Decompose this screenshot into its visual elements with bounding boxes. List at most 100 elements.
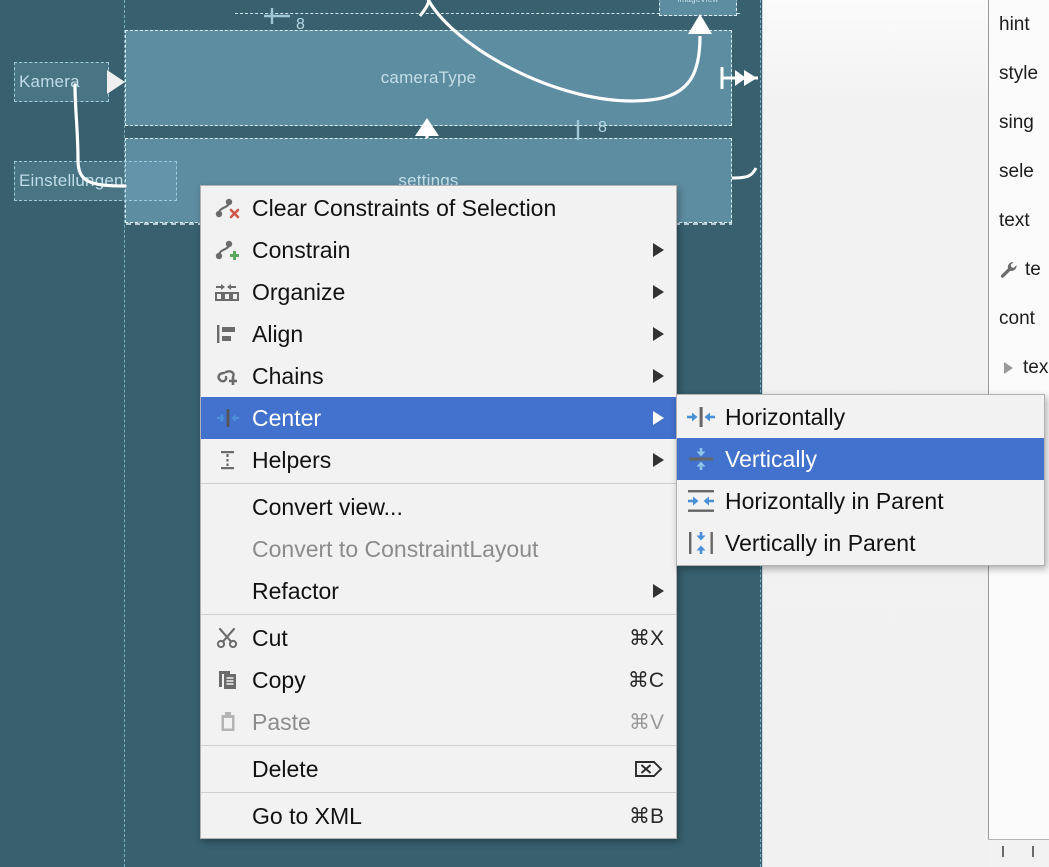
attr-row-singleline[interactable]: sing <box>989 98 1049 147</box>
center-vertically-icon <box>683 445 719 473</box>
menu-item-constrain-label: Constrain <box>245 237 645 264</box>
menu-item-center-label: Center <box>245 405 645 432</box>
canvas-widget-imageview-label: imageView <box>678 0 719 4</box>
scissors-icon <box>211 625 245 651</box>
center-vertically-parent-icon <box>683 529 719 557</box>
attr-row-text-design[interactable]: te <box>989 245 1049 294</box>
chevron-right-icon <box>653 584 664 598</box>
canvas-widget-einstellungen-label: Einstellungen <box>19 171 124 191</box>
organize-icon <box>211 279 245 305</box>
submenu-item-horizontally-in-parent-label: Horizontally in Parent <box>719 488 944 515</box>
context-menu[interactable]: Clear Constraints of Selection Constrain <box>200 185 677 839</box>
clear-constraints-icon <box>211 195 245 221</box>
menu-item-chains[interactable]: Chains <box>201 355 676 397</box>
menu-item-helpers-label: Helpers <box>245 447 645 474</box>
footer-tick-right <box>1032 846 1034 857</box>
attr-label-text-design: te <box>1025 259 1041 281</box>
attr-label-textappearance: tex <box>1023 357 1048 379</box>
attr-label-text: text <box>999 210 1030 232</box>
menu-item-paste-label: Paste <box>245 709 629 736</box>
no-icon <box>211 803 245 829</box>
expand-triangle-icon[interactable] <box>999 359 1017 377</box>
attr-label-singleline: sing <box>999 112 1034 134</box>
center-submenu[interactable]: Horizontally Vertically <box>676 394 1045 566</box>
menu-item-copy-shortcut: ⌘C <box>628 668 664 693</box>
menu-item-helpers[interactable]: Helpers <box>201 439 676 481</box>
menu-separator <box>201 614 676 615</box>
no-icon <box>211 578 245 604</box>
canvas-widget-cameratype[interactable]: cameraType <box>125 30 732 126</box>
attributes-panel-footer <box>988 839 1049 867</box>
center-horizontally-icon <box>683 403 719 431</box>
no-icon <box>211 536 245 562</box>
chevron-right-icon <box>653 453 664 467</box>
canvas-widget-imageview[interactable]: imageView <box>659 0 737 16</box>
menu-separator <box>201 483 676 484</box>
menu-item-go-to-xml-label: Go to XML <box>245 803 629 830</box>
chevron-right-icon <box>653 369 664 383</box>
menu-item-copy-label: Copy <box>245 667 628 694</box>
margin-label-top[interactable]: 8 <box>296 16 305 34</box>
chevron-right-icon <box>653 327 664 341</box>
canvas-widget-einstellungen[interactable]: Einstellungen <box>14 161 177 201</box>
helpers-icon <box>211 447 245 473</box>
menu-item-delete[interactable]: Delete <box>201 748 676 790</box>
submenu-item-horizontally-label: Horizontally <box>719 404 845 431</box>
chains-icon <box>211 363 245 389</box>
menu-item-center[interactable]: Center <box>201 397 676 439</box>
chevron-right-icon <box>653 243 664 257</box>
menu-item-cut-label: Cut <box>245 625 629 652</box>
submenu-item-vertically-in-parent[interactable]: Vertically in Parent <box>677 522 1044 564</box>
attr-label-hint: hint <box>999 14 1030 36</box>
attr-row-contentdescription[interactable]: cont <box>989 294 1049 343</box>
attr-label-style: style <box>999 63 1038 85</box>
menu-item-cut[interactable]: Cut ⌘X <box>201 617 676 659</box>
attr-row-textappearance[interactable]: tex <box>989 343 1049 392</box>
delete-key-icon <box>634 758 664 780</box>
submenu-item-vertically[interactable]: Vertically <box>677 438 1044 480</box>
attr-label-contentdescription: cont <box>999 308 1035 330</box>
submenu-item-vertically-in-parent-label: Vertically in Parent <box>719 530 915 557</box>
canvas-widget-kamera-label: Kamera <box>19 72 80 92</box>
margin-label-middle[interactable]: 8 <box>598 119 607 137</box>
submenu-item-vertically-label: Vertically <box>719 446 817 473</box>
menu-item-organize-label: Organize <box>245 279 645 306</box>
footer-tick-left <box>1002 846 1004 857</box>
submenu-item-horizontally[interactable]: Horizontally <box>677 396 1044 438</box>
menu-item-convert-constraintlayout: Convert to ConstraintLayout <box>201 528 676 570</box>
attr-row-text[interactable]: text <box>989 196 1049 245</box>
submenu-item-horizontally-in-parent[interactable]: Horizontally in Parent <box>677 480 1044 522</box>
wrench-icon <box>999 260 1019 280</box>
menu-item-go-to-xml-shortcut: ⌘B <box>629 804 664 829</box>
menu-item-constrain[interactable]: Constrain <box>201 229 676 271</box>
menu-item-cut-shortcut: ⌘X <box>629 626 664 651</box>
no-icon <box>211 756 245 782</box>
chevron-right-icon <box>653 285 664 299</box>
canvas-widget-cameratype-label: cameraType <box>381 68 477 88</box>
attr-row-hint[interactable]: hint <box>989 0 1049 49</box>
menu-item-refactor-label: Refactor <box>245 578 645 605</box>
menu-item-go-to-xml[interactable]: Go to XML ⌘B <box>201 795 676 837</box>
menu-item-convert-constraintlayout-label: Convert to ConstraintLayout <box>245 536 664 563</box>
menu-item-organize[interactable]: Organize <box>201 271 676 313</box>
clipboard-icon <box>211 709 245 735</box>
menu-item-convert-view[interactable]: Convert view... <box>201 486 676 528</box>
no-icon <box>211 494 245 520</box>
chevron-right-icon <box>653 411 664 425</box>
menu-item-delete-label: Delete <box>245 756 634 783</box>
menu-item-refactor[interactable]: Refactor <box>201 570 676 612</box>
center-icon <box>211 405 245 431</box>
attr-row-selectall[interactable]: sele <box>989 147 1049 196</box>
menu-item-clear-constraints[interactable]: Clear Constraints of Selection <box>201 187 676 229</box>
menu-item-align[interactable]: Align <box>201 313 676 355</box>
menu-separator <box>201 745 676 746</box>
attr-row-style[interactable]: style <box>989 49 1049 98</box>
canvas-widget-kamera[interactable]: Kamera <box>14 62 109 102</box>
menu-item-copy[interactable]: Copy ⌘C <box>201 659 676 701</box>
copy-icon <box>211 667 245 693</box>
align-icon <box>211 321 245 347</box>
menu-item-align-label: Align <box>245 321 645 348</box>
menu-item-chains-label: Chains <box>245 363 645 390</box>
menu-item-paste: Paste ⌘V <box>201 701 676 743</box>
attr-label-selectall: sele <box>999 161 1034 183</box>
